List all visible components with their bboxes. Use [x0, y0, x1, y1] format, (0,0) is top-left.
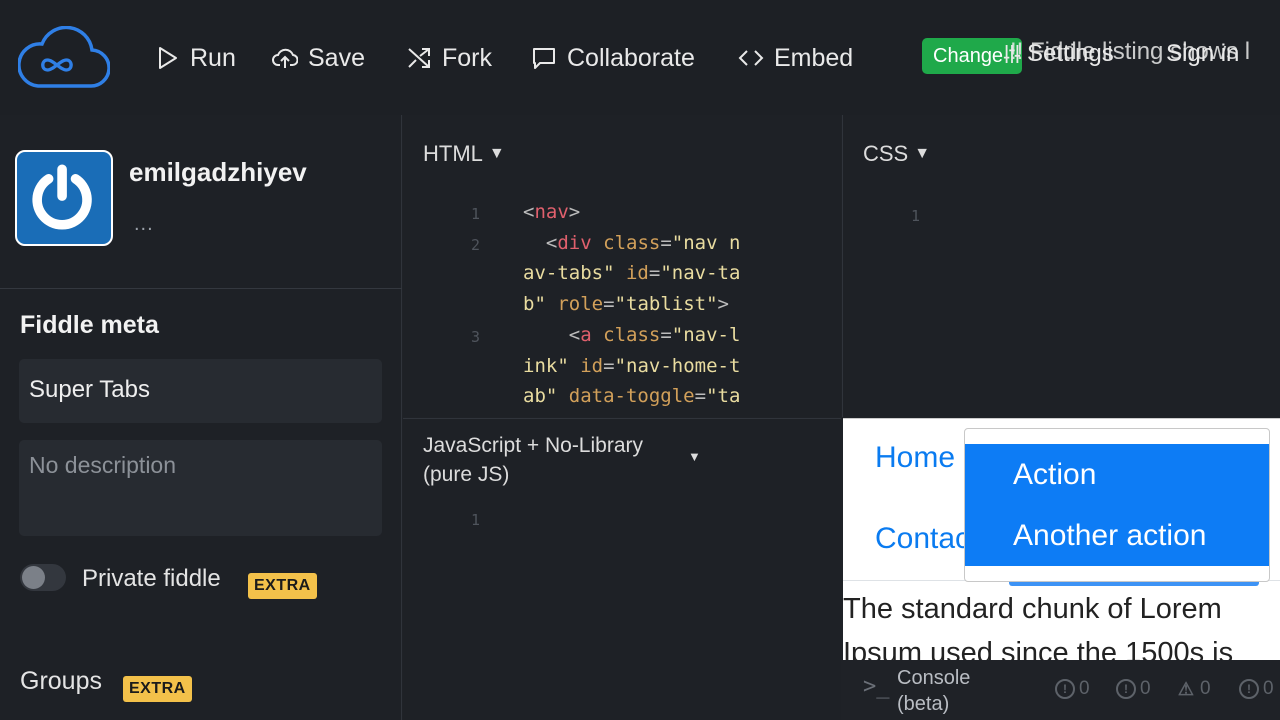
dropdown-item-another-action[interactable]: Another action	[965, 505, 1269, 566]
info-circle-icon: !	[1116, 679, 1136, 699]
code-brackets-icon	[738, 50, 764, 66]
collaborate-label: Collaborate	[567, 43, 695, 72]
error-circle-icon: !	[1055, 679, 1075, 699]
private-fiddle-toggle[interactable]	[20, 564, 66, 591]
js-editor-panel[interactable]: JavaScript + No-Library (pure JS) ▼ 1	[403, 418, 841, 720]
preview-dropdown-menu: Action Another action	[964, 428, 1270, 582]
shuffle-fork-icon	[408, 48, 430, 68]
caret-down-icon: ▼	[488, 145, 505, 162]
warning-count[interactable]: ⚠ 0	[1176, 678, 1211, 700]
extra-badge: EXTRA	[248, 573, 317, 599]
save-label: Save	[308, 43, 365, 72]
embed-button[interactable]: Embed	[738, 40, 853, 76]
embed-label: Embed	[774, 43, 854, 72]
top-toolbar: Run Save Fork Collaborate Embed Change S…	[0, 0, 1280, 115]
run-label: Run	[190, 43, 236, 72]
warning-triangle-icon: ⚠	[1177, 678, 1195, 699]
console-label: Console (beta)	[897, 665, 970, 717]
count-value: 0	[1079, 678, 1090, 699]
fiddle-title-input[interactable]: Super Tabs	[19, 359, 382, 423]
sidebar: emilgadzhiyev ... Fiddle meta Super Tabs…	[0, 115, 402, 720]
line-number: 3	[471, 328, 481, 346]
code-token: class	[603, 323, 661, 346]
code-token: id	[580, 354, 604, 377]
js-title-line1: JavaScript + No-Library	[423, 434, 643, 457]
fork-button[interactable]: Fork	[406, 40, 492, 76]
code-token: "nav n	[671, 231, 741, 254]
fork-label: Fork	[442, 43, 492, 72]
code-token: av-tabs"	[523, 262, 615, 285]
js-panel-title[interactable]: JavaScript + No-Library (pure JS)	[423, 431, 643, 489]
preview-nav-home-tab[interactable]: Home	[875, 441, 955, 475]
preview-nav-contact-tab[interactable]: Contact	[875, 522, 978, 556]
private-fiddle-label: Private fiddle	[82, 565, 221, 592]
code-token: a	[580, 323, 592, 346]
css-editor-panel[interactable]: CSS ▼ 1	[842, 115, 1280, 417]
save-button[interactable]: Save	[272, 40, 365, 76]
jsfiddle-cloud-logo-icon[interactable]	[18, 26, 110, 90]
fiddle-meta-heading: Fiddle meta	[20, 311, 159, 339]
groups-label: Groups	[20, 667, 102, 695]
count-value: 0	[1140, 678, 1151, 699]
listing-notice: !! Fiddle listing shows l	[1010, 38, 1251, 65]
caret-down-icon[interactable]: ▼	[688, 449, 701, 464]
console-bar[interactable]: >_ Console (beta) ! 0 ! 0 ⚠ 0 ! 0	[843, 660, 1280, 720]
avatar[interactable]	[15, 150, 113, 246]
code-token: role	[557, 293, 604, 316]
terminal-prompt-icon: >_	[863, 674, 890, 699]
count-value: 0	[1263, 678, 1274, 699]
play-icon	[159, 47, 177, 69]
console-label-line2: (beta)	[897, 693, 950, 715]
log-circle-icon: !	[1239, 679, 1259, 699]
console-label-line1: Console	[897, 667, 971, 689]
code-token: "ta	[706, 385, 741, 408]
code-token: class	[603, 231, 661, 254]
line-number: 1	[471, 205, 481, 223]
html-editor-panel[interactable]: HTML ▼ 1 2 3 <nav> <div class="nav n av-…	[403, 115, 841, 417]
code-token: ink"	[523, 354, 569, 377]
html-title-label: HTML	[423, 141, 483, 166]
collaborate-button[interactable]: Collaborate	[531, 40, 695, 76]
code-token: "nav-home-t	[614, 354, 741, 377]
line-number: 1	[911, 207, 921, 225]
power-icon	[32, 164, 92, 230]
extra-badge: EXTRA	[123, 676, 192, 702]
divider	[0, 288, 402, 289]
code-token: div	[557, 231, 592, 254]
count-value: 0	[1200, 678, 1211, 699]
code-token: nav	[534, 201, 569, 223]
log-count[interactable]: ! 0	[1239, 678, 1274, 700]
code-token: "tablist"	[614, 293, 718, 316]
username[interactable]: emilgadzhiyev	[129, 157, 307, 188]
js-title-line2: (pure JS)	[423, 463, 510, 486]
run-button[interactable]: Run	[154, 40, 236, 76]
cloud-upload-icon	[272, 48, 298, 68]
html-panel-title[interactable]: HTML ▼	[423, 141, 505, 167]
code-token: b"	[523, 293, 546, 316]
chat-bubble-icon	[533, 48, 555, 69]
error-count[interactable]: ! 0	[1055, 678, 1090, 700]
info-count[interactable]: ! 0	[1116, 678, 1151, 700]
more-options[interactable]: ...	[134, 213, 154, 236]
css-title-label: CSS	[863, 141, 909, 166]
code-token: ab"	[523, 385, 558, 408]
fiddle-description-input[interactable]: No description	[19, 440, 382, 536]
code-token: data-toggle	[568, 385, 695, 408]
dropdown-item-action[interactable]: Action	[965, 444, 1269, 505]
html-code[interactable]: <nav> <div class="nav n av-tabs" id="nav…	[523, 197, 740, 412]
code-token: "nav-l	[671, 323, 741, 346]
code-token: "nav-ta	[660, 262, 741, 285]
preview-paragraph: The standard chunk of Lorem Ipsum used s…	[843, 593, 1234, 660]
result-preview: Home Contact Action Another action The s…	[843, 418, 1280, 660]
css-panel-title[interactable]: CSS ▼	[863, 141, 930, 167]
caret-down-icon: ▼	[914, 145, 931, 162]
line-number: 2	[471, 236, 481, 254]
code-token: id	[625, 262, 649, 285]
line-number: 1	[471, 511, 481, 529]
